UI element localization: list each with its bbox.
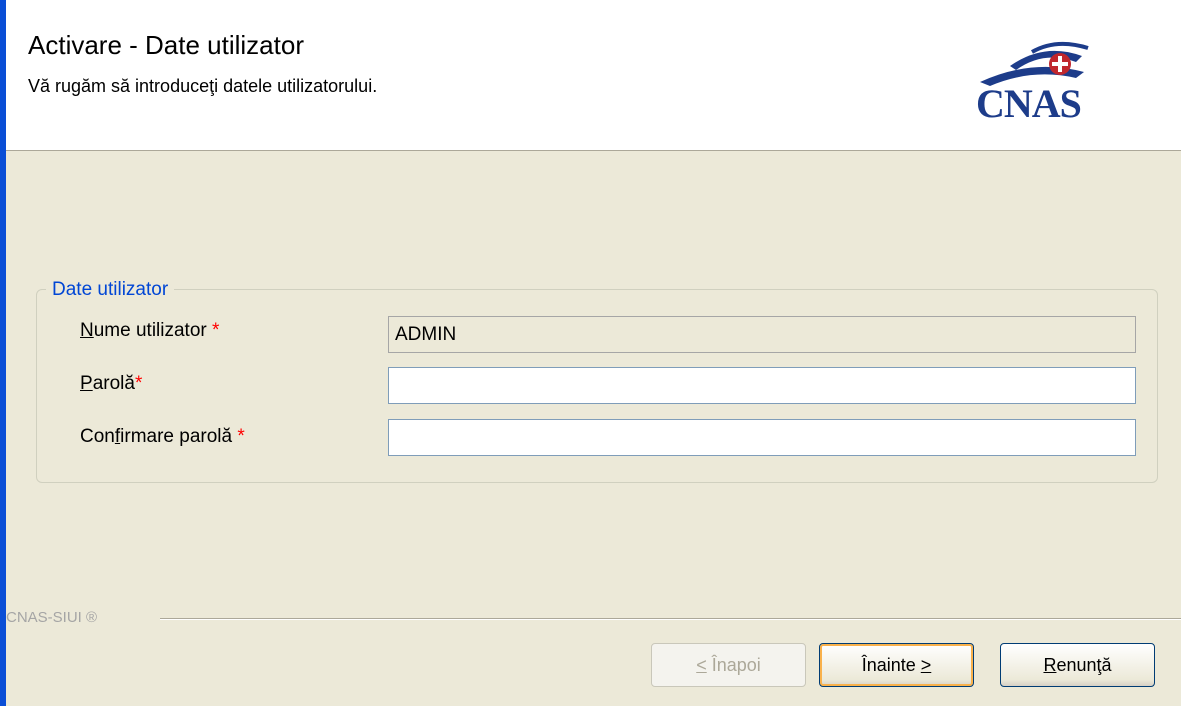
cancel-button-accel: R <box>1043 654 1057 675</box>
username-label: Nume utilizator * <box>80 320 219 342</box>
confirm-password-required-mark: * <box>237 426 245 447</box>
password-label-text: arolă <box>92 373 135 394</box>
cancel-button[interactable]: Renunţă <box>1000 643 1155 687</box>
cancel-button-label: enunţă <box>1056 654 1112 675</box>
wizard-header: Activare - Date utilizator Vă rugăm să i… <box>6 0 1181 151</box>
group-legend: Date utilizator <box>46 279 175 301</box>
confirm-password-input[interactable] <box>388 419 1136 456</box>
password-label: Parolă* <box>80 373 142 395</box>
footer-brand: CNAS-SIUI ® <box>6 609 98 626</box>
next-button-accel: > <box>920 654 932 675</box>
back-button-label: Înapoi <box>706 654 761 675</box>
next-button-label: Înainte <box>861 654 921 675</box>
back-button[interactable]: < Înapoi <box>651 643 806 687</box>
password-input[interactable] <box>388 367 1136 404</box>
page-title: Activare - Date utilizator <box>28 30 304 60</box>
confirm-password-label-text: irmare parolă <box>120 426 233 447</box>
password-required-mark: * <box>134 373 143 394</box>
username-label-accel: N <box>80 320 94 341</box>
username-label-text: ume utilizator <box>93 320 207 341</box>
cnas-logo: CNAS <box>972 38 1142 128</box>
footer-divider <box>160 618 1181 620</box>
next-button[interactable]: Înainte > <box>819 643 974 687</box>
username-input[interactable] <box>388 316 1136 353</box>
confirm-password-label: Confirmare parolă * <box>80 426 245 448</box>
confirm-password-label-pre: Con <box>80 426 115 447</box>
password-label-accel: P <box>80 373 93 394</box>
back-button-accel: < <box>696 654 707 675</box>
username-required-mark: * <box>212 320 220 341</box>
cnas-logo-text: CNAS <box>976 81 1082 126</box>
page-subtitle: Vă rugăm să introduceţi datele utilizato… <box>28 76 378 96</box>
